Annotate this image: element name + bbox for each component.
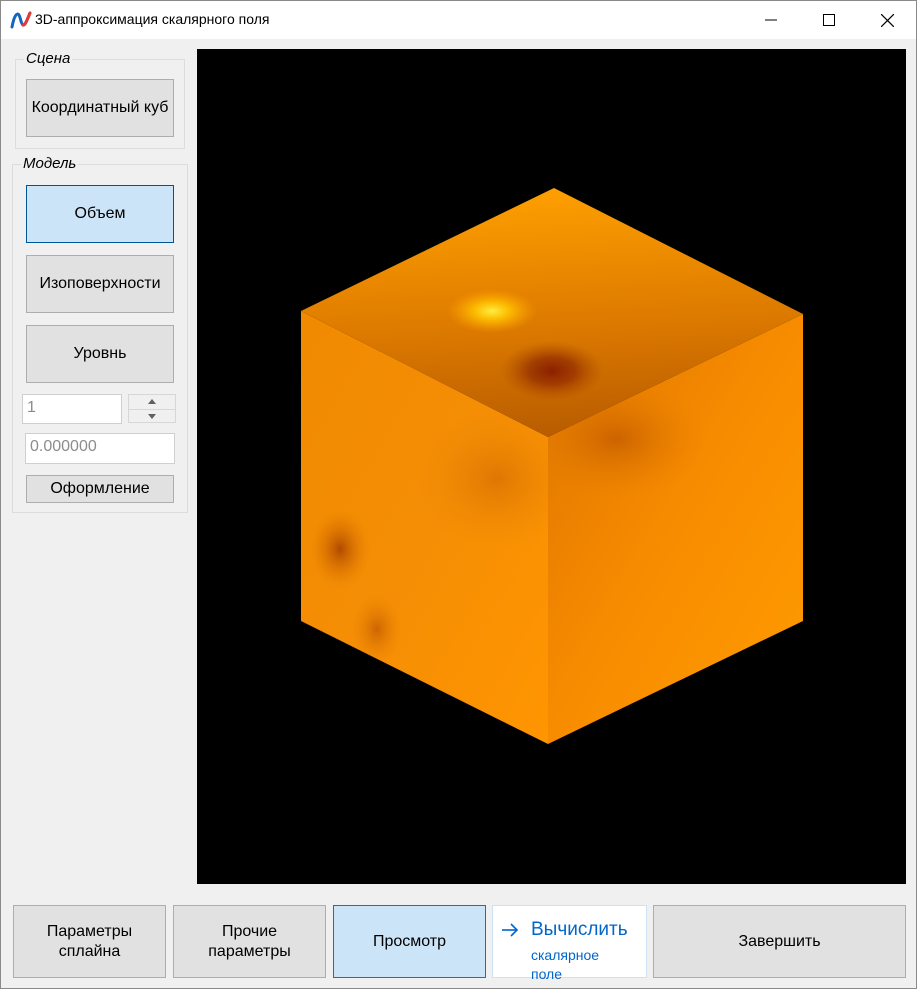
minimize-button[interactable] [742,1,800,39]
close-button[interactable] [858,1,916,39]
other-parameters-button[interactable]: Прочие параметры [173,905,326,978]
preview-button[interactable]: Просмотр [333,905,486,978]
compute-scalar-field-link[interactable]: Вычислить скалярное поле [492,905,647,982]
level-index-input[interactable]: 1 [22,394,122,424]
app-logo-icon [10,11,32,29]
render-viewport[interactable] [197,49,906,884]
compute-title: Вычислить [531,919,628,940]
arrow-right-icon [502,923,519,937]
spin-up-button[interactable] [129,395,175,408]
scene-group-title: Сцена [24,50,73,67]
title-bar[interactable]: 3D-аппроксимация скалярного поля [1,1,916,39]
chevron-up-icon [148,399,156,404]
isosurfaces-button[interactable]: Изоповерхности [26,255,174,313]
finish-button[interactable]: Завершить [653,905,906,978]
volume-button[interactable]: Объем [26,185,174,243]
coordinate-cube-button[interactable]: Координатный куб [26,79,174,137]
chevron-down-icon [148,414,156,419]
compute-subtitle: скалярное поле [531,947,600,982]
level-index-spinner[interactable] [128,394,176,423]
spin-down-button[interactable] [129,409,175,423]
style-button[interactable]: Оформление [26,475,174,503]
level-value-input[interactable]: 0.000000 [25,433,175,464]
model-group-title: Модель [21,155,79,172]
maximize-icon [823,14,835,26]
minimize-icon [765,19,777,21]
other-parameters-label: Прочие параметры [208,922,291,960]
volume-render-canvas [301,188,803,744]
spline-parameters-button[interactable]: Параметры сплайна [13,905,166,978]
close-icon [880,13,894,27]
spline-parameters-label: Параметры сплайна [46,922,133,960]
maximize-button[interactable] [800,1,858,39]
main-window: 3D-аппроксимация скалярного поля Сцена К… [0,0,917,989]
window-title: 3D-аппроксимация скалярного поля [35,11,270,27]
level-button[interactable]: Уровнь [26,325,174,383]
